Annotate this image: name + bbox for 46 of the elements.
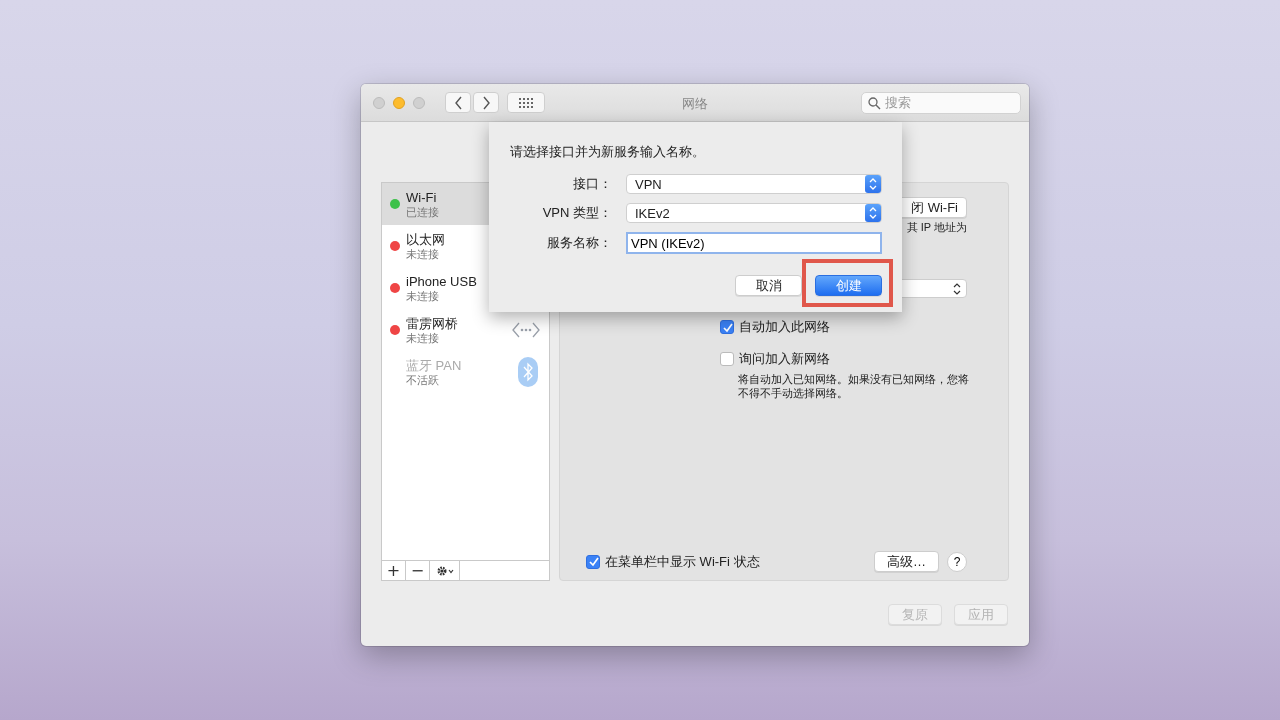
ip-address-text: 其 IP 地址为 xyxy=(906,220,967,235)
popup-value: IKEv2 xyxy=(635,205,670,221)
service-name: iPhone USB xyxy=(406,273,478,289)
checkmark-icon xyxy=(587,556,599,567)
checkmark-icon xyxy=(721,321,733,333)
checkbox-label: 询问加入新网络 xyxy=(739,350,830,368)
checkbox[interactable] xyxy=(720,352,734,366)
connection-arrows-icon xyxy=(511,321,541,339)
service-name-field[interactable]: VPN (IKEv2) xyxy=(626,232,882,254)
field-label: 接口： xyxy=(572,175,612,193)
field-label: 服务名称： xyxy=(546,234,612,252)
service-name: 雷雳网桥 xyxy=(406,315,459,331)
cancel-button[interactable]: 取消 xyxy=(735,275,802,296)
search-field[interactable]: 搜索 xyxy=(861,91,1021,114)
service-name: 以太网 xyxy=(406,231,446,247)
network-service-item[interactable]: 雷雳网桥 未连接 xyxy=(382,309,549,351)
service-status: 已连接 xyxy=(406,204,440,219)
back-button[interactable] xyxy=(445,92,471,113)
grid-icon xyxy=(519,97,533,108)
service-status: 未连接 xyxy=(406,246,440,261)
service-status: 未连接 xyxy=(406,330,440,345)
service-name: 蓝牙 PAN xyxy=(406,357,463,373)
service-status: 不活跃 xyxy=(406,372,440,387)
popup-value: VPN xyxy=(635,176,662,192)
checkbox-label: 在菜单栏中显示 Wi-Fi 状态 xyxy=(605,552,760,571)
popup-menu[interactable]: IKEv2 xyxy=(626,203,882,223)
chevron-right-icon xyxy=(481,95,491,110)
bluetooth-icon xyxy=(518,357,538,387)
checkbox[interactable] xyxy=(720,320,734,334)
help-note-text: 将自动加入已知网络。如果没有已知网络，您将不得不手动选择网络。 xyxy=(738,372,970,400)
search-icon xyxy=(868,96,881,110)
window-title: 网络 xyxy=(681,95,709,113)
network-service-item[interactable]: iPhone USB 未连接 xyxy=(382,267,549,309)
forward-button[interactable] xyxy=(473,92,499,113)
advanced-button[interactable]: 高级… xyxy=(874,551,939,572)
show-all-button[interactable] xyxy=(507,92,545,113)
service-status: 未连接 xyxy=(406,288,440,303)
gear-icon xyxy=(435,564,454,577)
service-name: Wi-Fi xyxy=(406,189,438,205)
chevron-left-icon xyxy=(453,95,463,110)
help-button[interactable]: ? xyxy=(947,551,967,572)
checkbox[interactable] xyxy=(586,554,600,569)
dialog-prompt: 请选择接口并为新服务输入名称。 xyxy=(510,143,706,161)
popup-menu[interactable]: VPN xyxy=(626,174,882,194)
updown-chevron-icon xyxy=(952,281,962,296)
checkbox-label: 自动加入此网络 xyxy=(739,318,830,336)
